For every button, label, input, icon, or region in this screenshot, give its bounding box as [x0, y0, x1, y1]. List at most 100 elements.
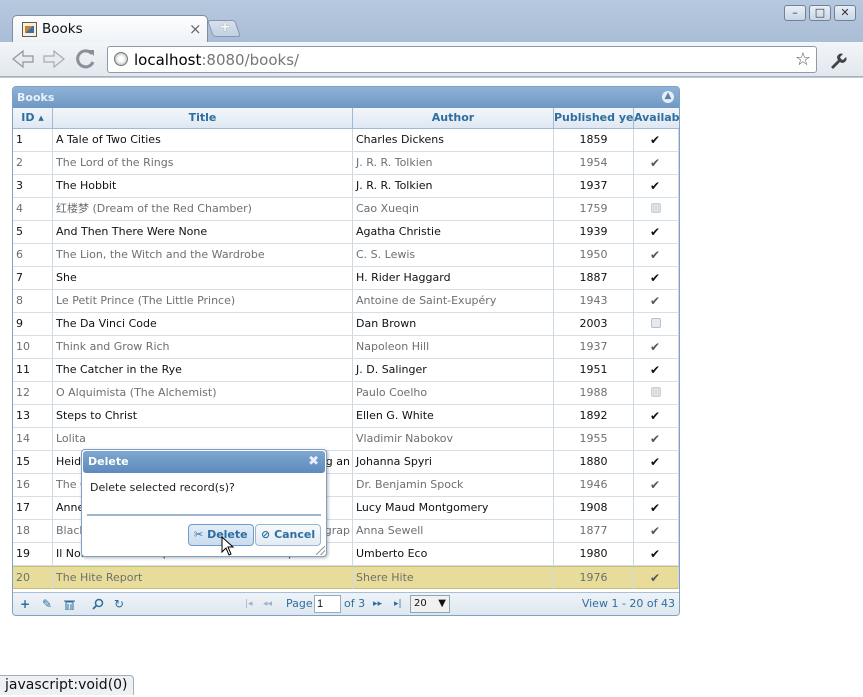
- unchecked-icon: [651, 203, 661, 213]
- cancel-icon: ⊘: [261, 528, 271, 541]
- cell-title: O Alquimista (The Alchemist): [53, 382, 353, 404]
- first-page-icon[interactable]: |◂: [245, 599, 253, 609]
- cell-year: 1887: [554, 267, 634, 289]
- checked-icon: [650, 267, 661, 289]
- browser-titlebar: Books × + – □ ✕: [0, 0, 863, 43]
- grid-caption: Books ▲: [13, 87, 679, 108]
- close-icon[interactable]: ✖: [308, 451, 319, 473]
- refresh-icon[interactable]: ↻: [114, 597, 124, 611]
- next-page-icon[interactable]: ▸▸: [373, 599, 382, 609]
- wrench-icon[interactable]: [827, 50, 847, 70]
- cell-id: 1: [13, 129, 53, 151]
- record-info: View 1 - 20 of 43: [581, 597, 675, 610]
- checked-icon: [650, 244, 661, 266]
- forward-icon[interactable]: [41, 48, 67, 70]
- tab-books[interactable]: Books ×: [12, 15, 208, 43]
- table-row[interactable]: 4 红楼梦 (Dream of the Red Chamber) Cao Xueqi…: [13, 198, 679, 221]
- cell-available: [634, 221, 679, 243]
- cell-year: 1980: [554, 543, 634, 565]
- cell-id: 4: [13, 198, 53, 220]
- cell-available: [634, 567, 679, 589]
- table-row[interactable]: 20 The Hite Report Shere Hite 1976: [13, 566, 679, 589]
- cell-title: The Hite Report: [53, 567, 353, 589]
- url-text[interactable]: localhost:8080/books/: [134, 51, 299, 69]
- cell-id: 11: [13, 359, 53, 381]
- table-row[interactable]: 5 And Then There Were None Agatha Christie…: [13, 221, 679, 244]
- table-row[interactable]: 12 O Alquimista (The Alchemist) Paulo Coel…: [13, 382, 679, 405]
- bookmark-star-icon[interactable]: ☆: [795, 49, 811, 70]
- cancel-button[interactable]: ⊘ Cancel: [255, 524, 322, 546]
- cell-author: Antoine de Saint-Exupéry: [353, 290, 554, 312]
- table-row[interactable]: 1A Tale of Two Cities Charles Dickens 1859: [13, 129, 679, 152]
- cell-id: 20: [13, 567, 53, 589]
- add-icon[interactable]: +: [20, 597, 30, 611]
- column-header-id[interactable]: ID ▲: [13, 108, 53, 128]
- cell-id: 17: [13, 497, 53, 519]
- maximize-button[interactable]: □: [809, 5, 831, 21]
- chevron-down-icon: ▼: [438, 598, 446, 609]
- status-bar: javascript:void(0): [0, 675, 134, 695]
- cell-year: 1988: [554, 382, 634, 404]
- table-row[interactable]: 3 The Hobbit J. R. R. Tolkien 1937: [13, 175, 679, 198]
- back-icon[interactable]: [10, 48, 36, 70]
- cell-year: 1976: [554, 567, 634, 589]
- cell-author: Ellen G. White: [353, 405, 554, 427]
- table-row[interactable]: 2 The Lord of the Rings J. R. R. Tolkien 19…: [13, 152, 679, 175]
- tab-close-icon[interactable]: ×: [189, 20, 202, 38]
- prev-page-icon[interactable]: ◂◂: [263, 599, 272, 609]
- cell-author: H. Rider Haggard: [353, 267, 554, 289]
- rows-per-page-select[interactable]: 20 ▼: [410, 595, 450, 613]
- column-header-published-year[interactable]: Published yea: [554, 108, 634, 128]
- collapse-icon[interactable]: ▲: [662, 91, 674, 103]
- table-row[interactable]: 13 Steps to Christ Ellen G. White 1892: [13, 405, 679, 428]
- cell-title: The Catcher in the Rye: [53, 359, 353, 381]
- address-bar[interactable]: localhost:8080/books/ ☆: [107, 46, 817, 73]
- delete-icon[interactable]: [64, 599, 75, 610]
- edit-icon[interactable]: ✎: [42, 597, 52, 611]
- cell-available: [634, 129, 679, 151]
- table-row[interactable]: 9 The Da Vinci Code Dan Brown 2003: [13, 313, 679, 336]
- cell-available: [634, 520, 679, 542]
- cell-id: 15: [13, 451, 53, 473]
- checked-icon: [650, 451, 661, 473]
- cell-year: 1939: [554, 221, 634, 243]
- close-window-button[interactable]: ✕: [834, 5, 856, 21]
- cell-available: [634, 152, 679, 174]
- new-tab-button[interactable]: +: [206, 20, 242, 37]
- table-row[interactable]: 7 She H. Rider Haggard 1887: [13, 267, 679, 290]
- cell-available: [634, 451, 679, 473]
- resize-handle[interactable]: [316, 546, 325, 555]
- table-row[interactable]: 6 The Lion, the Witch and the Wardrobe C. …: [13, 244, 679, 267]
- minimize-button[interactable]: –: [784, 5, 806, 21]
- search-icon[interactable]: [92, 598, 104, 610]
- checked-icon: [650, 543, 661, 565]
- delete-dialog: Delete ✖ Delete selected record(s)? ✂ De…: [81, 449, 327, 557]
- column-header-available[interactable]: Availabl: [634, 108, 679, 128]
- cell-title: 红楼梦 (Dream of the Red Chamber): [53, 198, 353, 220]
- cell-available: [634, 198, 679, 220]
- cell-id: 3: [13, 175, 53, 197]
- cell-title-text: Heidi: [56, 455, 85, 468]
- cell-author: Umberto Eco: [353, 543, 554, 565]
- page-number-input[interactable]: [314, 595, 341, 613]
- grid-title: Books: [17, 91, 55, 104]
- cell-author: Lucy Maud Montgomery: [353, 497, 554, 519]
- cell-title: The Lion, the Witch and the Wardrobe: [53, 244, 353, 266]
- cell-id: 16: [13, 474, 53, 496]
- cell-year: 1943: [554, 290, 634, 312]
- dialog-titlebar[interactable]: Delete ✖: [83, 451, 325, 473]
- reload-icon[interactable]: [74, 47, 98, 71]
- column-header-title[interactable]: Title: [53, 108, 353, 128]
- last-page-icon[interactable]: ▸|: [394, 599, 402, 609]
- column-header-author[interactable]: Author: [353, 108, 554, 128]
- cell-available: [634, 290, 679, 312]
- cell-year: 1950: [554, 244, 634, 266]
- table-row[interactable]: 8 Le Petit Prince (The Little Prince) Anto…: [13, 290, 679, 313]
- table-row[interactable]: 11 The Catcher in the Rye J. D. Salinger 19…: [13, 359, 679, 382]
- table-row[interactable]: 10 Think and Grow Rich Napoleon Hill 1937: [13, 336, 679, 359]
- page-label: Page: [286, 597, 313, 610]
- cell-year: 1946: [554, 474, 634, 496]
- cell-year: 1951: [554, 359, 634, 381]
- plus-icon: +: [219, 20, 231, 35]
- table-row[interactable]: 14 Lolita Vladimir Nabokov 1955: [13, 428, 679, 451]
